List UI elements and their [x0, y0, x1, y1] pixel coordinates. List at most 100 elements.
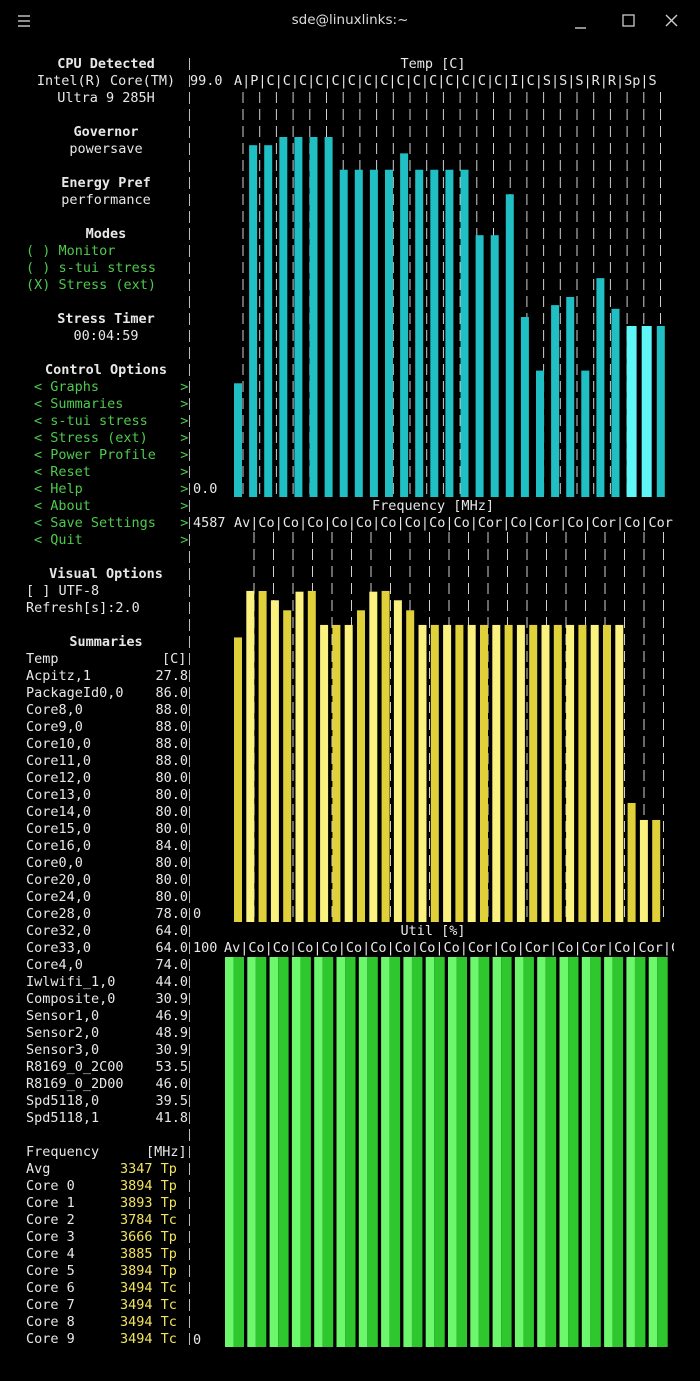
frequency-bar: [578, 624, 587, 922]
util-bar: [456, 957, 467, 1347]
frequency-bar: [627, 802, 636, 922]
util-bar: [389, 957, 401, 1347]
frequency-bar: [590, 624, 599, 922]
frequency-bar: [430, 624, 439, 922]
temp-bar: [234, 383, 242, 497]
util-bar: [225, 957, 234, 1347]
frequency-bar: [307, 590, 316, 922]
util-bar: [634, 957, 646, 1347]
frequency-bar: [406, 610, 415, 922]
util-bar: [501, 957, 512, 1347]
util-bar: [448, 957, 457, 1347]
util-bar: [411, 957, 423, 1347]
temp-bar: [475, 235, 484, 497]
temp-bar: [505, 194, 514, 498]
frequency-bar: [553, 624, 562, 922]
temp-bar: [324, 137, 333, 497]
temp-bar: [354, 169, 363, 497]
temp-bar: [445, 169, 454, 497]
frequency-bar: [418, 624, 427, 922]
frequency-bar: [344, 624, 353, 922]
temp-bar: [369, 169, 378, 497]
temp-bar: [490, 235, 499, 497]
temp-bar: [430, 169, 439, 497]
frequency-bar: [357, 610, 365, 922]
util-bar: [523, 957, 534, 1347]
temp-bar: [415, 169, 424, 497]
temp-bar: [294, 137, 303, 497]
temp-bar: [339, 169, 348, 497]
temp-bar: [520, 317, 529, 497]
util-bar: [626, 957, 635, 1347]
util-bar: [314, 957, 323, 1347]
frequency-bar: [516, 624, 525, 922]
util-bar: [648, 957, 658, 1347]
util-bar: [300, 957, 311, 1347]
frequency-bar: [270, 600, 279, 922]
util-bar: [291, 957, 301, 1347]
temp-bar: [536, 370, 544, 497]
util-bar: [345, 957, 356, 1347]
frequency-bar: [258, 591, 267, 922]
temp-bar: [249, 145, 258, 497]
temp-bar: [460, 169, 469, 497]
graphs-canvas: [189, 58, 668, 1347]
util-bar: [559, 957, 569, 1347]
util-bar: [367, 957, 378, 1347]
util-bar: [358, 957, 368, 1347]
util-bar: [590, 957, 601, 1347]
util-bar: [278, 957, 289, 1347]
util-bar: [336, 957, 346, 1347]
frequency-bar: [332, 624, 341, 922]
util-bar: [568, 957, 579, 1347]
frequency-bar: [504, 624, 513, 922]
frequency-bar: [381, 590, 390, 922]
temp-bar: [279, 137, 288, 497]
util-bar: [233, 957, 244, 1347]
util-bar: [403, 957, 412, 1347]
temp-bar: [596, 278, 605, 497]
frequency-bar: [393, 600, 402, 922]
util-bar: [612, 957, 624, 1347]
temp-bar: [566, 296, 575, 497]
frequency-bar: [320, 624, 329, 922]
util-bar: [604, 957, 613, 1347]
util-bar: [269, 957, 279, 1347]
util-bar: [514, 957, 524, 1347]
frequency-bar: [529, 624, 538, 922]
frequency-bar: [615, 624, 624, 922]
frequency-bar: [566, 624, 575, 922]
frequency-bar: [603, 624, 611, 922]
util-bar: [470, 957, 479, 1347]
util-bar: [657, 957, 668, 1347]
temp-bar: [309, 137, 318, 497]
util-bar: [492, 957, 502, 1347]
temp-bar: [400, 153, 409, 497]
frequency-bar: [467, 624, 476, 922]
temp-bar: [611, 308, 620, 497]
util-bar: [425, 957, 435, 1347]
temp-bar: [656, 326, 665, 497]
util-bar: [478, 957, 490, 1347]
frequency-bar: [443, 624, 452, 922]
temp-bar: [581, 370, 590, 497]
util-bar: [545, 957, 557, 1347]
util-bar: [537, 957, 546, 1347]
frequency-bar: [639, 819, 648, 922]
temp-bar: [626, 326, 637, 497]
util-bar: [322, 957, 334, 1347]
frequency-bar: [369, 591, 378, 922]
temp-bar: [264, 145, 273, 497]
temp-bar: [641, 326, 652, 497]
frequency-bar: [295, 591, 304, 922]
frequency-bar: [492, 624, 501, 922]
temp-bar: [385, 169, 393, 497]
util-bar: [381, 957, 390, 1347]
frequency-bar: [283, 610, 292, 922]
frequency-bar: [234, 637, 242, 922]
frequency-bar: [246, 590, 255, 922]
util-bar: [247, 957, 256, 1347]
frequency-bar: [652, 819, 661, 922]
temp-bar: [551, 305, 560, 497]
util-bar: [581, 957, 591, 1347]
